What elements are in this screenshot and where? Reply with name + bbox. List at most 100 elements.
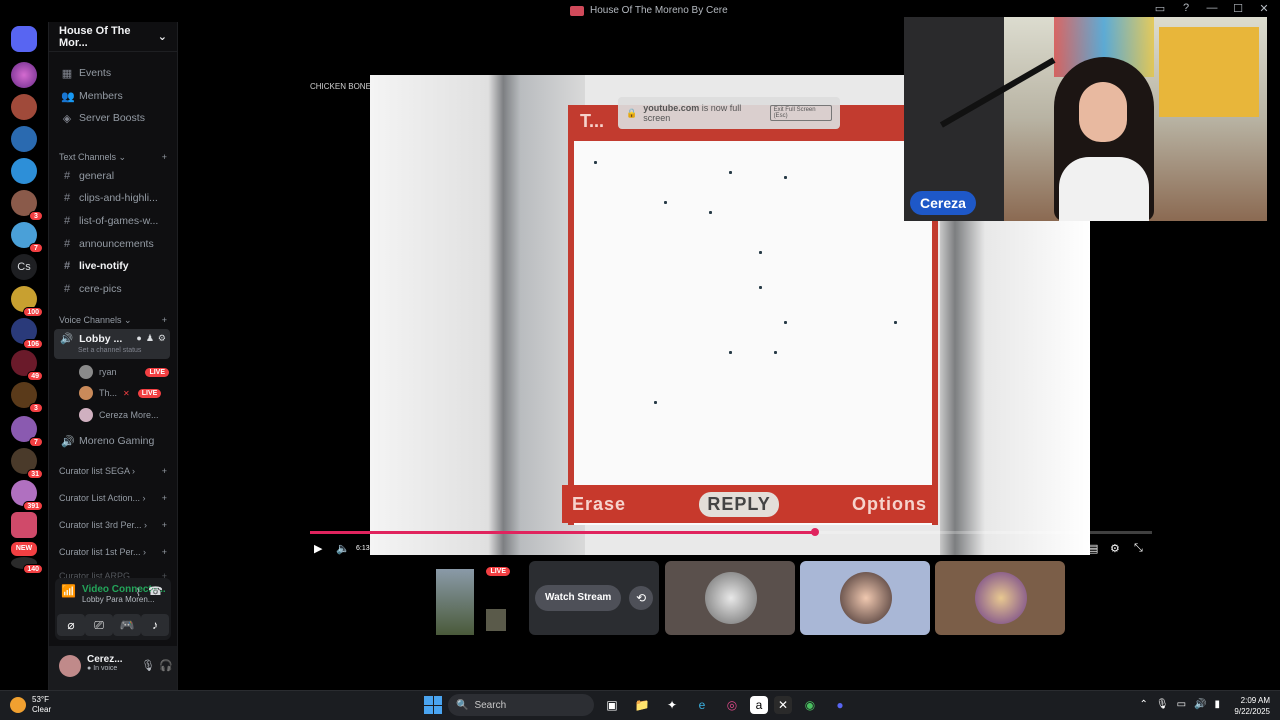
server-icon[interactable] <box>11 158 37 184</box>
clock-time: 2:09 AM <box>1240 696 1270 705</box>
voice-user[interactable]: Cereza More... <box>79 406 169 424</box>
server-icon[interactable]: 100 <box>11 286 43 317</box>
battery-icon[interactable]: ▮ <box>1214 699 1220 710</box>
stream-tile[interactable]: LIVE <box>392 561 522 635</box>
avatar[interactable] <box>59 655 81 677</box>
voice-user[interactable]: Th... ✕ LIVE <box>79 384 169 402</box>
guild-header[interactable]: House Of The Mor... ⌄ <box>49 22 177 52</box>
voice-channel-lobby[interactable]: 🔊 Lobby ... ● ♟ ⚙ Set a channel status <box>54 329 170 359</box>
channel-live-notify[interactable]: # live-notify <box>55 256 171 276</box>
invite-icon[interactable]: ♟ <box>146 333 154 344</box>
minimize-button[interactable]: — <box>1204 2 1220 15</box>
volume-tray-icon[interactable]: 🔊 <box>1194 699 1206 710</box>
category-curator-sega[interactable]: Curator list SEGA › + <box>55 463 167 479</box>
server-icon[interactable]: 31 <box>11 448 43 479</box>
soundboard-button[interactable]: ♪ <box>141 614 169 636</box>
server-icon[interactable]: 140 <box>11 557 43 574</box>
copilot-icon[interactable]: ✦ <box>660 694 684 716</box>
voice-user[interactable]: ryan LIVE <box>79 363 169 381</box>
start-button[interactable] <box>424 696 442 714</box>
server-icon[interactable]: Cs <box>11 254 37 280</box>
discord-home-icon[interactable] <box>11 26 37 52</box>
new-badge[interactable]: NEW <box>11 542 37 556</box>
exit-fullscreen-button[interactable]: Exit Full Screen (Esc) <box>769 105 832 121</box>
server-icon[interactable] <box>11 126 37 152</box>
inbox-icon[interactable]: ▭ <box>1152 2 1168 15</box>
instagram-icon[interactable]: ◎ <box>720 694 744 716</box>
add-channel-icon[interactable]: + <box>162 493 167 503</box>
help-icon[interactable]: ? <box>1178 2 1194 15</box>
add-channel-icon[interactable]: + <box>162 520 167 530</box>
participant-tile[interactable] <box>935 561 1065 635</box>
mic-icon[interactable]: 🎙 <box>141 659 155 672</box>
server-icon[interactable] <box>11 512 37 538</box>
progress-knob[interactable] <box>811 528 820 536</box>
channel-status[interactable]: Set a channel status <box>78 347 141 354</box>
channel-announcements[interactable]: # announcements <box>55 234 171 254</box>
taskbar-search[interactable]: 🔍 Search <box>448 694 594 716</box>
add-channel-icon[interactable]: + <box>162 466 167 476</box>
add-channel-icon[interactable]: + <box>162 315 167 325</box>
server-icon[interactable]: 3 <box>11 382 43 413</box>
play-icon[interactable]: ▶ <box>314 542 322 555</box>
channel-clips[interactable]: # clips-and-highli... <box>55 188 171 208</box>
settings-gear-icon[interactable]: ⚙ <box>1110 542 1120 555</box>
progress-bar[interactable] <box>310 528 1152 536</box>
server-icon[interactable]: 391 <box>11 480 43 511</box>
category-curator-1st-person[interactable]: Curator list 1st Per... › + <box>55 544 167 560</box>
weather-widget[interactable]: 53°F Clear <box>10 695 51 715</box>
chevron-up-icon[interactable]: ⌃ <box>1139 699 1147 710</box>
nav-server-boosts[interactable]: ◈ Server Boosts <box>55 108 171 128</box>
add-channel-icon[interactable]: + <box>162 547 167 557</box>
category-text-channels[interactable]: Text Channels ⌄ + <box>55 149 167 165</box>
server-icon[interactable]: 49 <box>11 350 43 381</box>
server-icon[interactable]: 106 <box>11 318 43 349</box>
chat-icon[interactable]: ● <box>136 333 141 344</box>
user-name[interactable]: Cerez... <box>87 654 123 665</box>
ds-bottom-bar: Erase REPLY Options <box>562 485 937 523</box>
unread-badge: 3 <box>29 211 43 221</box>
edge-icon[interactable]: e <box>690 694 714 716</box>
popout-icon[interactable]: ⟲ <box>629 586 653 610</box>
x-icon[interactable]: ✕ <box>774 696 792 714</box>
live-badge: LIVE <box>145 367 169 377</box>
screen-share-button[interactable]: ⎚ <box>85 614 113 636</box>
watch-stream-button[interactable]: Watch Stream <box>535 585 622 611</box>
disconnect-icon[interactable]: ☎ <box>148 584 163 598</box>
maximize-button[interactable]: ☐ <box>1230 2 1246 15</box>
category-curator-action[interactable]: Curator List Action... › + <box>55 490 167 506</box>
close-button[interactable]: ✕ <box>1256 2 1272 15</box>
mic-tray-icon[interactable]: 🎙 <box>1156 699 1169 710</box>
server-icon[interactable]: 7 <box>11 222 43 253</box>
task-view-icon[interactable]: ▣ <box>600 694 624 716</box>
server-icon[interactable] <box>11 62 37 88</box>
chrome-icon[interactable]: ◉ <box>798 694 822 716</box>
clock[interactable]: 2:09 AM 9/22/2025 <box>1234 695 1270 717</box>
participant-tile[interactable] <box>665 561 795 635</box>
voice-channel-moreno-gaming[interactable]: 🔊 Moreno Gaming <box>55 431 171 451</box>
nav-events[interactable]: ▦ Events <box>55 63 171 83</box>
channel-general[interactable]: # general <box>55 166 171 186</box>
exit-fullscreen-icon[interactable]: ⤡ <box>1134 542 1143 555</box>
participant-tile[interactable] <box>800 561 930 635</box>
category-voice-channels[interactable]: Voice Channels ⌄ + <box>55 312 167 328</box>
amazon-icon[interactable]: a <box>750 696 768 714</box>
nav-members[interactable]: 👥 Members <box>55 86 171 106</box>
activity-button[interactable]: 🎮 <box>113 614 141 636</box>
category-curator-3rd-person[interactable]: Curator list 3rd Per... › + <box>55 517 167 533</box>
channel-cere-pics[interactable]: # cere-pics <box>55 279 171 299</box>
volume-icon[interactable]: 🔈 <box>336 542 350 555</box>
discord-taskbar-icon[interactable]: ● <box>828 694 852 716</box>
file-explorer-icon[interactable]: 📁 <box>630 694 654 716</box>
server-icon[interactable] <box>11 94 37 120</box>
gear-icon[interactable]: ⚙ <box>158 333 166 344</box>
channel-list-of-games[interactable]: # list-of-games-w... <box>55 211 171 231</box>
camera-off-button[interactable]: ⌀ <box>57 614 85 636</box>
noise-suppression-icon[interactable]: ⌇ <box>136 586 141 599</box>
server-icon[interactable]: 7 <box>11 416 43 447</box>
display-icon[interactable]: ▭ <box>1177 699 1186 710</box>
add-channel-icon[interactable]: + <box>162 152 167 162</box>
captions-icon[interactable]: ▤ <box>1088 542 1098 555</box>
headphones-icon[interactable]: 🎧 <box>159 659 173 672</box>
server-icon[interactable]: 3 <box>11 190 43 221</box>
